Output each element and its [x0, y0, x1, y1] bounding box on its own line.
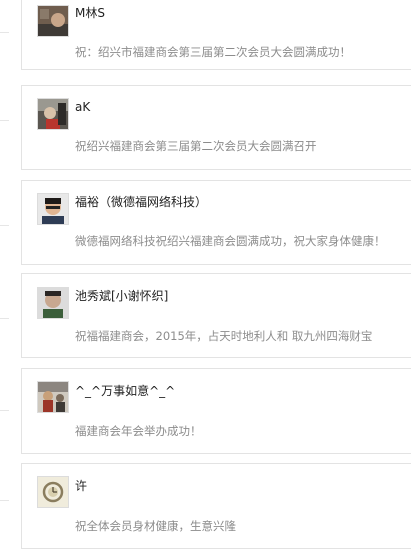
commenter-name[interactable]: M林S — [75, 6, 105, 20]
comment-card: 池秀斌[小谢怀织] 祝福福建商会，2015年，占天时地利人和 取九州四海财宝 — [21, 273, 411, 358]
comment-text: 祝绍兴福建商会第三届第二次会员大会圆满召开 — [75, 139, 317, 153]
commenter-name[interactable]: ^_^万事如意^_^ — [75, 384, 175, 398]
comment-card: M林S 祝：绍兴市福建商会第三届第二次会员大会圆满成功！ — [21, 0, 411, 70]
avatar[interactable] — [37, 98, 69, 130]
user-photo-icon — [38, 382, 68, 412]
user-photo-icon — [38, 477, 68, 507]
user-photo-icon — [38, 194, 68, 224]
avatar[interactable] — [37, 193, 69, 225]
comment-card: aK 祝绍兴福建商会第三届第二次会员大会圆满召开 — [21, 85, 411, 170]
comment-card: 许 祝全体会员身材健康，生意兴隆 — [21, 463, 411, 549]
user-photo-icon — [38, 6, 68, 36]
user-photo-icon — [38, 99, 68, 129]
avatar[interactable] — [37, 476, 69, 508]
commenter-name[interactable]: 福裕（微德福网络科技） — [75, 195, 207, 209]
avatar[interactable] — [37, 5, 69, 37]
comment-text: 祝福福建商会，2015年，占天时地利人和 取九州四海财宝 — [75, 329, 373, 343]
divider — [0, 410, 9, 411]
user-photo-icon — [38, 288, 68, 318]
divider — [0, 318, 9, 319]
comment-text: 微德福网络科技祝绍兴福建商会圆满成功，祝大家身体健康！ — [75, 234, 386, 248]
divider — [0, 120, 9, 121]
avatar[interactable] — [37, 381, 69, 413]
commenter-name[interactable]: 许 — [75, 479, 87, 493]
divider — [0, 500, 9, 501]
comment-card: ^_^万事如意^_^ 福建商会年会举办成功！ — [21, 368, 411, 454]
commenter-name[interactable]: 池秀斌[小谢怀织] — [75, 289, 168, 303]
divider — [0, 32, 9, 33]
commenter-name[interactable]: aK — [75, 100, 90, 114]
comment-text: 祝全体会员身材健康，生意兴隆 — [75, 519, 236, 533]
avatar[interactable] — [37, 287, 69, 319]
comment-text: 福建商会年会举办成功！ — [75, 424, 202, 438]
comment-text: 祝：绍兴市福建商会第三届第二次会员大会圆满成功！ — [75, 45, 351, 59]
divider — [0, 225, 9, 226]
comment-card: 福裕（微德福网络科技） 微德福网络科技祝绍兴福建商会圆满成功，祝大家身体健康！ — [21, 180, 411, 265]
left-rail — [0, 0, 18, 559]
